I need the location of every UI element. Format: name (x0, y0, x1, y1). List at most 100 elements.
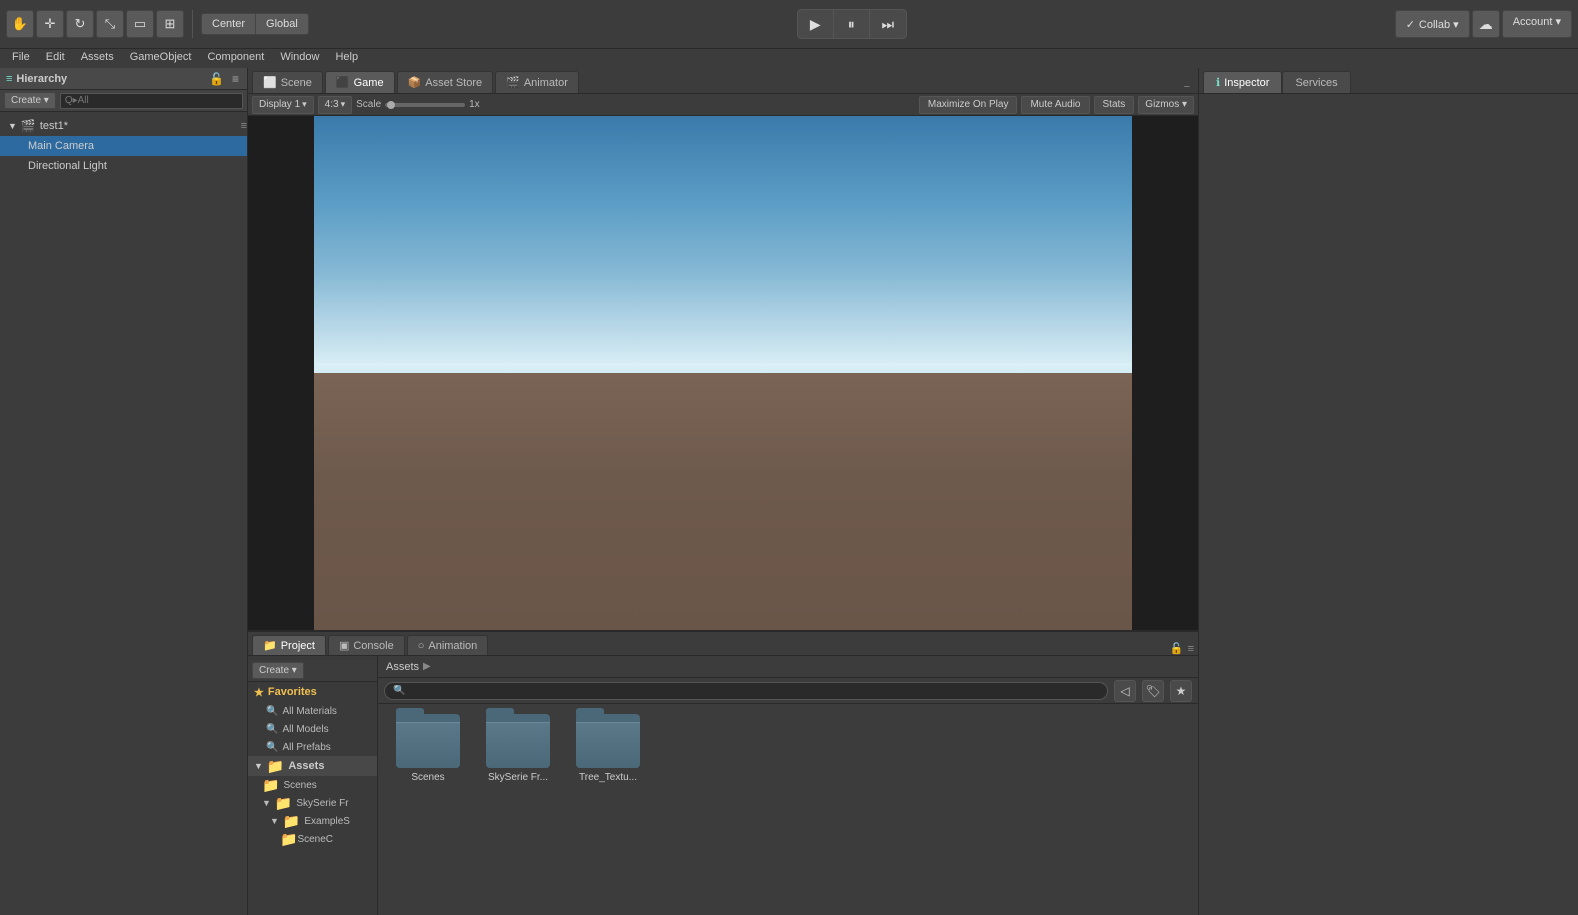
step-btn[interactable]: ⏭ (870, 10, 906, 38)
favorites-header[interactable]: ★ Favorites (248, 682, 377, 702)
mute-audio-btn[interactable]: Mute Audio (1021, 96, 1089, 114)
inspector-icon: ℹ (1216, 76, 1220, 89)
menu-window[interactable]: Window (272, 49, 327, 68)
game-view (248, 116, 1198, 630)
tab-scene[interactable]: ⬜ Scene (252, 71, 323, 93)
project-create-btn[interactable]: Create ▾ (252, 662, 304, 679)
main-camera-label: Main Camera (28, 140, 94, 152)
project-search-input[interactable] (384, 682, 1108, 700)
project-sidebar-toolbar: Create ▾ (248, 660, 377, 682)
directional-light-label: Directional Light (28, 160, 107, 172)
asset-tree-label: Tree_Textu... (579, 772, 637, 783)
menu-gameobject[interactable]: GameObject (122, 49, 200, 68)
scene-icon: 🎬 (21, 119, 36, 133)
move-tool-btn[interactable]: ✛ (36, 10, 64, 38)
asset-scenes[interactable]: Scenes (388, 714, 468, 783)
tab-project[interactable]: 📁 Project (252, 635, 326, 655)
asset-tree-texture[interactable]: Tree_Textu... (568, 714, 648, 783)
assets-triangle: ▼ (254, 761, 263, 771)
hierarchy-lock-btn[interactable]: 🔓 (207, 72, 226, 86)
tool-group: ✋ ✛ ↻ ⤡ ▭ ⊞ (6, 10, 184, 38)
asset-store-tab-label: Asset Store (425, 77, 482, 89)
maximize-on-play-btn[interactable]: Maximize On Play (919, 96, 1018, 114)
bottom-menu-btn[interactable]: ≡ (1188, 643, 1194, 655)
sidebar-skyserie[interactable]: ▼ 📁 SkySerie Fr (248, 794, 377, 812)
rect-tool-btn[interactable]: ▭ (126, 10, 154, 38)
search-icon: 🔍 (266, 742, 278, 753)
hierarchy-item-directional-light[interactable]: Directional Light (0, 156, 247, 176)
animation-tab-icon: ○ (418, 640, 425, 652)
sidebar-examples[interactable]: ▼ 📁 ExampleS (248, 812, 377, 830)
hierarchy-search-input[interactable] (60, 93, 243, 109)
tab-inspector[interactable]: ℹ Inspector (1203, 71, 1282, 93)
bottom-lock-btn[interactable]: 🔓 (1170, 642, 1184, 655)
hierarchy-menu-btn[interactable]: ≡ (230, 72, 241, 86)
rotate-tool-btn[interactable]: ↻ (66, 10, 94, 38)
pivot-toggle[interactable]: Center Global (201, 13, 309, 35)
letterbox-right (1132, 116, 1198, 630)
center-btn[interactable]: Center (202, 14, 256, 34)
display-select[interactable]: Display 1 ▾ (252, 96, 314, 114)
sub-arrow-2: ▼ (270, 816, 279, 826)
folder-icon-4: 📁 (280, 831, 297, 848)
play-btn[interactable]: ▶ (798, 10, 834, 38)
project-star-btn[interactable]: ★ (1170, 680, 1192, 702)
hierarchy-content: ▼ 🎬 test1* ≡ Main Camera Directional Lig… (0, 112, 247, 915)
project-nav-left-btn[interactable]: ◁ (1114, 680, 1136, 702)
scene-game-tabs: ⬜ Scene ⬛ Game 📦 Asset Store 🎬 Animator … (248, 68, 1198, 94)
scene-tab-label: Scene (281, 77, 312, 89)
separator-1 (192, 10, 193, 38)
menu-assets[interactable]: Assets (73, 49, 122, 68)
sidebar-scenes[interactable]: 📁 Scenes (248, 776, 377, 794)
sky (314, 116, 1132, 399)
scale-slider[interactable] (385, 103, 465, 107)
global-btn[interactable]: Global (256, 14, 308, 34)
menu-file[interactable]: File (4, 49, 38, 68)
tab-console[interactable]: ▣ Console (328, 635, 405, 655)
tab-game[interactable]: ⬛ Game (325, 71, 395, 93)
pause-btn[interactable]: ⏸ (834, 10, 870, 38)
tab-asset-store[interactable]: 📦 Asset Store (397, 71, 494, 93)
scale-tool-btn[interactable]: ⤡ (96, 10, 124, 38)
animator-tab-icon: 🎬 (506, 76, 520, 89)
game-tab-label: Game (354, 77, 384, 89)
main-layout: ≡ Hierarchy 🔓 ≡ Create ▾ ▼ 🎬 test1* ≡ Ma… (0, 68, 1578, 915)
hand-tool-btn[interactable]: ✋ (6, 10, 34, 38)
tab-animation[interactable]: ○ Animation (407, 635, 489, 655)
bottom-panels: 📁 Project ▣ Console ○ Animation 🔓 ≡ (248, 630, 1198, 915)
menu-help[interactable]: Help (327, 49, 366, 68)
hierarchy-scene[interactable]: ▼ 🎬 test1* ≡ (0, 116, 247, 136)
sidebar-all-materials[interactable]: 🔍 All Materials (248, 702, 377, 720)
cloud-btn[interactable]: ☁ (1472, 10, 1500, 38)
transform-tool-btn[interactable]: ⊞ (156, 10, 184, 38)
aspect-arrow: ▾ (341, 99, 346, 110)
tab-animator[interactable]: 🎬 Animator (495, 71, 579, 93)
breadcrumb-arrow: ▶ (423, 661, 431, 672)
assets-header[interactable]: ▼ 📁 Assets (248, 756, 377, 776)
top-toolbar: ✋ ✛ ↻ ⤡ ▭ ⊞ Center Global ▶ ⏸ ⏭ ✓ Collab… (0, 0, 1578, 48)
collab-btn[interactable]: ✓ Collab ▾ (1395, 10, 1470, 38)
project-search-bar: ◁ 🏷 ★ (378, 678, 1198, 704)
project-tag-btn[interactable]: 🏷 (1142, 680, 1164, 702)
project-tab-icon: 📁 (263, 639, 277, 652)
sidebar-scenec[interactable]: 📁 SceneC (248, 830, 377, 848)
menu-component[interactable]: Component (199, 49, 272, 68)
project-tab-label: Project (281, 640, 315, 652)
breadcrumb-assets: Assets (386, 661, 419, 673)
scene-tab-icon: ⬜ (263, 76, 277, 89)
bottom-panel-btns: 🔓 ≡ (1170, 642, 1194, 655)
scale-group: Scale 1x (356, 99, 480, 110)
stats-btn[interactable]: Stats (1094, 96, 1135, 114)
search-icon: 🔍 (266, 706, 278, 717)
hierarchy-create-btn[interactable]: Create ▾ (4, 92, 56, 109)
scene-collapse-btn[interactable]: − (1180, 81, 1194, 93)
hierarchy-item-main-camera[interactable]: Main Camera (0, 136, 247, 156)
gizmos-btn[interactable]: Gizmos ▾ (1138, 96, 1194, 114)
tab-services[interactable]: Services (1282, 71, 1350, 93)
sidebar-all-models[interactable]: 🔍 All Models (248, 720, 377, 738)
menu-edit[interactable]: Edit (38, 49, 73, 68)
aspect-select[interactable]: 4:3 ▾ (318, 96, 352, 114)
account-btn[interactable]: Account ▾ (1502, 10, 1572, 38)
asset-skyserie[interactable]: SkySerie Fr... (478, 714, 558, 783)
sidebar-all-prefabs[interactable]: 🔍 All Prefabs (248, 738, 377, 756)
